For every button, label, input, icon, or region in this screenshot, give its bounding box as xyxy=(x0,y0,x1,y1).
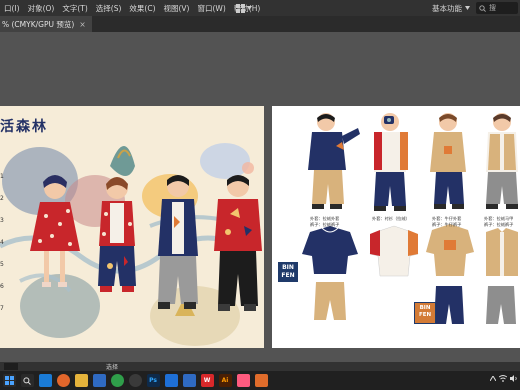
menu-item-view[interactable]: 视图(V) xyxy=(160,3,194,14)
menu-item-object-partial[interactable]: 口(I) xyxy=(0,3,24,14)
workspace-label: 基本功能 xyxy=(432,3,462,13)
status-bar: 选择 xyxy=(0,362,520,371)
caption-look-4: 外套：拉绒马甲 裤子：拉绒裤子 xyxy=(484,216,513,227)
caption-line: 裤子：牛仔裤子 xyxy=(432,221,462,227)
menu-item-type[interactable]: 文字(T) xyxy=(58,3,91,14)
search-box[interactable]: 搜 xyxy=(476,2,518,14)
search-placeholder: 搜 xyxy=(489,4,496,12)
menu-item-window[interactable]: 窗口(W) xyxy=(193,3,229,14)
search-icon[interactable] xyxy=(20,374,34,387)
canvas[interactable]: 活森林 1 2 3 4 5 6 7 外套：拉绒外套 裤子：拉绒裤子 外套：衬衫（… xyxy=(0,32,520,362)
side-number: 2 xyxy=(0,195,4,202)
artboard-lifestyle[interactable]: 活森林 1 2 3 4 5 6 7 xyxy=(0,106,264,348)
wps-icon[interactable]: W xyxy=(200,374,214,387)
caption-look-1: 外套：拉绒外套 裤子：拉绒裤子 xyxy=(310,216,339,227)
system-tray xyxy=(490,375,518,382)
caption-line: 外套：牛仔外套 xyxy=(432,216,462,221)
brand-logo: BIN FEN xyxy=(278,262,298,282)
caption-line: 外套：拉绒外套 xyxy=(310,216,340,221)
speaker-icon[interactable] xyxy=(510,375,518,382)
chrome-icon[interactable] xyxy=(110,374,124,387)
app-pink-icon[interactable] xyxy=(236,374,250,387)
caption-look-2: 外套：衬衫（拉绒） xyxy=(372,216,410,222)
start-icon[interactable] xyxy=(2,374,16,387)
app-blue-icon[interactable] xyxy=(164,374,178,387)
files-icon[interactable] xyxy=(92,374,106,387)
zoom-field[interactable] xyxy=(4,363,18,370)
wifi-icon[interactable] xyxy=(499,375,507,382)
baidu-icon[interactable] xyxy=(182,374,196,387)
document-tab[interactable]: % (CMYK/GPU 预览) × xyxy=(0,16,92,32)
side-number: 7 xyxy=(0,305,4,312)
side-number: 4 xyxy=(0,239,4,246)
caption-line: 外套：衬衫（拉绒） xyxy=(372,216,410,221)
artboard-line-sheet[interactable]: 外套：拉绒外套 裤子：拉绒裤子 外套：衬衫（拉绒） 外套：牛仔外套 裤子：牛仔裤… xyxy=(272,106,520,348)
document-tab-bar: % (CMYK/GPU 预览) × xyxy=(0,16,520,32)
edge-icon[interactable] xyxy=(38,374,52,387)
menu-bar: 口(I) 对象(O) 文字(T) 选择(S) 效果(C) 视图(V) 窗口(W)… xyxy=(0,0,520,16)
illustrator-icon[interactable]: Ai xyxy=(218,374,232,387)
photoshop-icon[interactable]: Ps xyxy=(146,374,160,387)
collection-title: 活森林 xyxy=(0,119,48,135)
menu-item-effect[interactable]: 效果(C) xyxy=(125,3,159,14)
side-number: 3 xyxy=(0,217,4,224)
close-icon[interactable]: × xyxy=(79,20,85,29)
obs-icon[interactable] xyxy=(128,374,142,387)
side-number: 5 xyxy=(0,261,4,268)
chevron-down-icon xyxy=(465,6,470,10)
workspace-switcher[interactable]: 基本功能 xyxy=(432,2,470,14)
caption-line: 外套：拉绒马甲 xyxy=(484,216,514,221)
app-orange-icon[interactable] xyxy=(254,374,268,387)
lifestyle-illustration xyxy=(0,143,262,346)
side-number: 1 xyxy=(0,173,4,180)
brand-logo-small: BIN FEN xyxy=(414,302,436,324)
firefox-icon[interactable] xyxy=(56,374,70,387)
arrange-documents-icon[interactable] xyxy=(236,3,252,13)
caption-line: 裤子：拉绒裤子 xyxy=(310,221,340,227)
side-number-list: 1 2 3 4 5 6 7 xyxy=(0,166,4,320)
caption-look-3: 外套：牛仔外套 裤子：牛仔裤子 xyxy=(432,216,461,227)
chevron-up-icon[interactable] xyxy=(490,376,496,381)
search-icon xyxy=(479,4,486,12)
side-number: 6 xyxy=(0,283,4,290)
line-sheet-illustration xyxy=(302,113,518,324)
taskbar: Ps W Ai xyxy=(0,371,520,390)
folder-icon[interactable] xyxy=(74,374,88,387)
menu-item-select[interactable]: 选择(S) xyxy=(92,3,126,14)
document-tab-label: % (CMYK/GPU 预览) xyxy=(2,19,75,29)
menu-item-object[interactable]: 对象(O) xyxy=(24,3,59,14)
current-tool-label: 选择 xyxy=(106,364,119,371)
caption-line: 裤子：拉绒裤子 xyxy=(484,221,514,227)
